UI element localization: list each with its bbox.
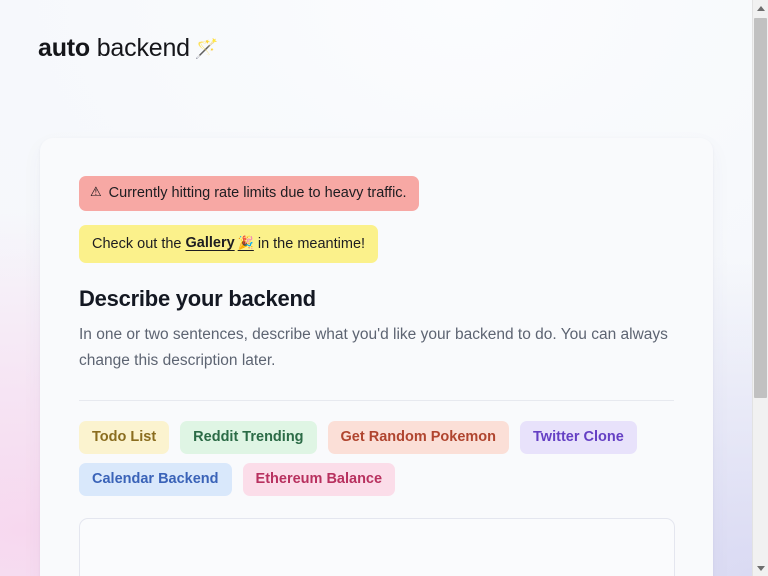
rate-limit-banner-text: Currently hitting rate limits due to hea… xyxy=(108,185,407,201)
warning-icon: ⚠ xyxy=(90,185,102,200)
example-prompt-chip[interactable]: Calendar Backend xyxy=(79,463,232,496)
app-title-rest: backend xyxy=(89,34,190,62)
example-prompt-chip[interactable]: Todo List xyxy=(79,421,170,454)
scrollbar-thumb[interactable] xyxy=(754,18,767,398)
description-input-wrapper[interactable] xyxy=(79,518,675,576)
vertical-scrollbar[interactable] xyxy=(752,0,768,576)
gallery-banner: Check out the Gallery 🎉 in the meantime! xyxy=(79,225,379,263)
main-card: ⚠ Currently hitting rate limits due to h… xyxy=(40,138,713,576)
chevron-down-icon xyxy=(756,565,765,571)
gallery-banner-prefix: Check out the xyxy=(92,235,182,252)
scrollbar-up-button[interactable] xyxy=(753,0,768,16)
party-popper-icon: 🎉 xyxy=(237,236,254,251)
chevron-up-icon xyxy=(756,5,765,11)
example-prompt-chip[interactable]: Get Random Pokemon xyxy=(327,421,510,454)
scrollbar-down-button[interactable] xyxy=(753,560,768,576)
example-prompt-chip[interactable]: Ethereum Balance xyxy=(242,463,396,496)
description-input[interactable] xyxy=(80,519,674,576)
app-title: auto backend 🪄 xyxy=(38,30,219,68)
gallery-banner-suffix: in the meantime! xyxy=(257,235,366,252)
gallery-link-label: Gallery xyxy=(185,235,235,251)
page-title: Describe your backend xyxy=(79,286,316,311)
example-prompt-chip[interactable]: Twitter Clone xyxy=(520,421,637,454)
example-prompt-chip[interactable]: Reddit Trending xyxy=(180,421,317,454)
example-prompt-list: Todo List Reddit Trending Get Random Pokem… xyxy=(79,421,674,496)
page-description: In one or two sentences, describe what y… xyxy=(79,326,668,369)
browser-viewport: auto backend 🪄 ⚠ Currently hitting rate l… xyxy=(0,0,768,576)
app-title-strong: auto xyxy=(38,34,90,62)
page-background: auto backend 🪄 ⚠ Currently hitting rate l… xyxy=(0,0,752,576)
card-content: ⚠ Currently hitting rate limits due to h… xyxy=(40,138,713,576)
section-divider xyxy=(79,400,674,401)
magic-wand-icon: 🪄 xyxy=(194,38,219,60)
rate-limit-banner: ⚠ Currently hitting rate limits due to h… xyxy=(79,176,419,211)
gallery-link[interactable]: Gallery 🎉 xyxy=(185,233,253,254)
